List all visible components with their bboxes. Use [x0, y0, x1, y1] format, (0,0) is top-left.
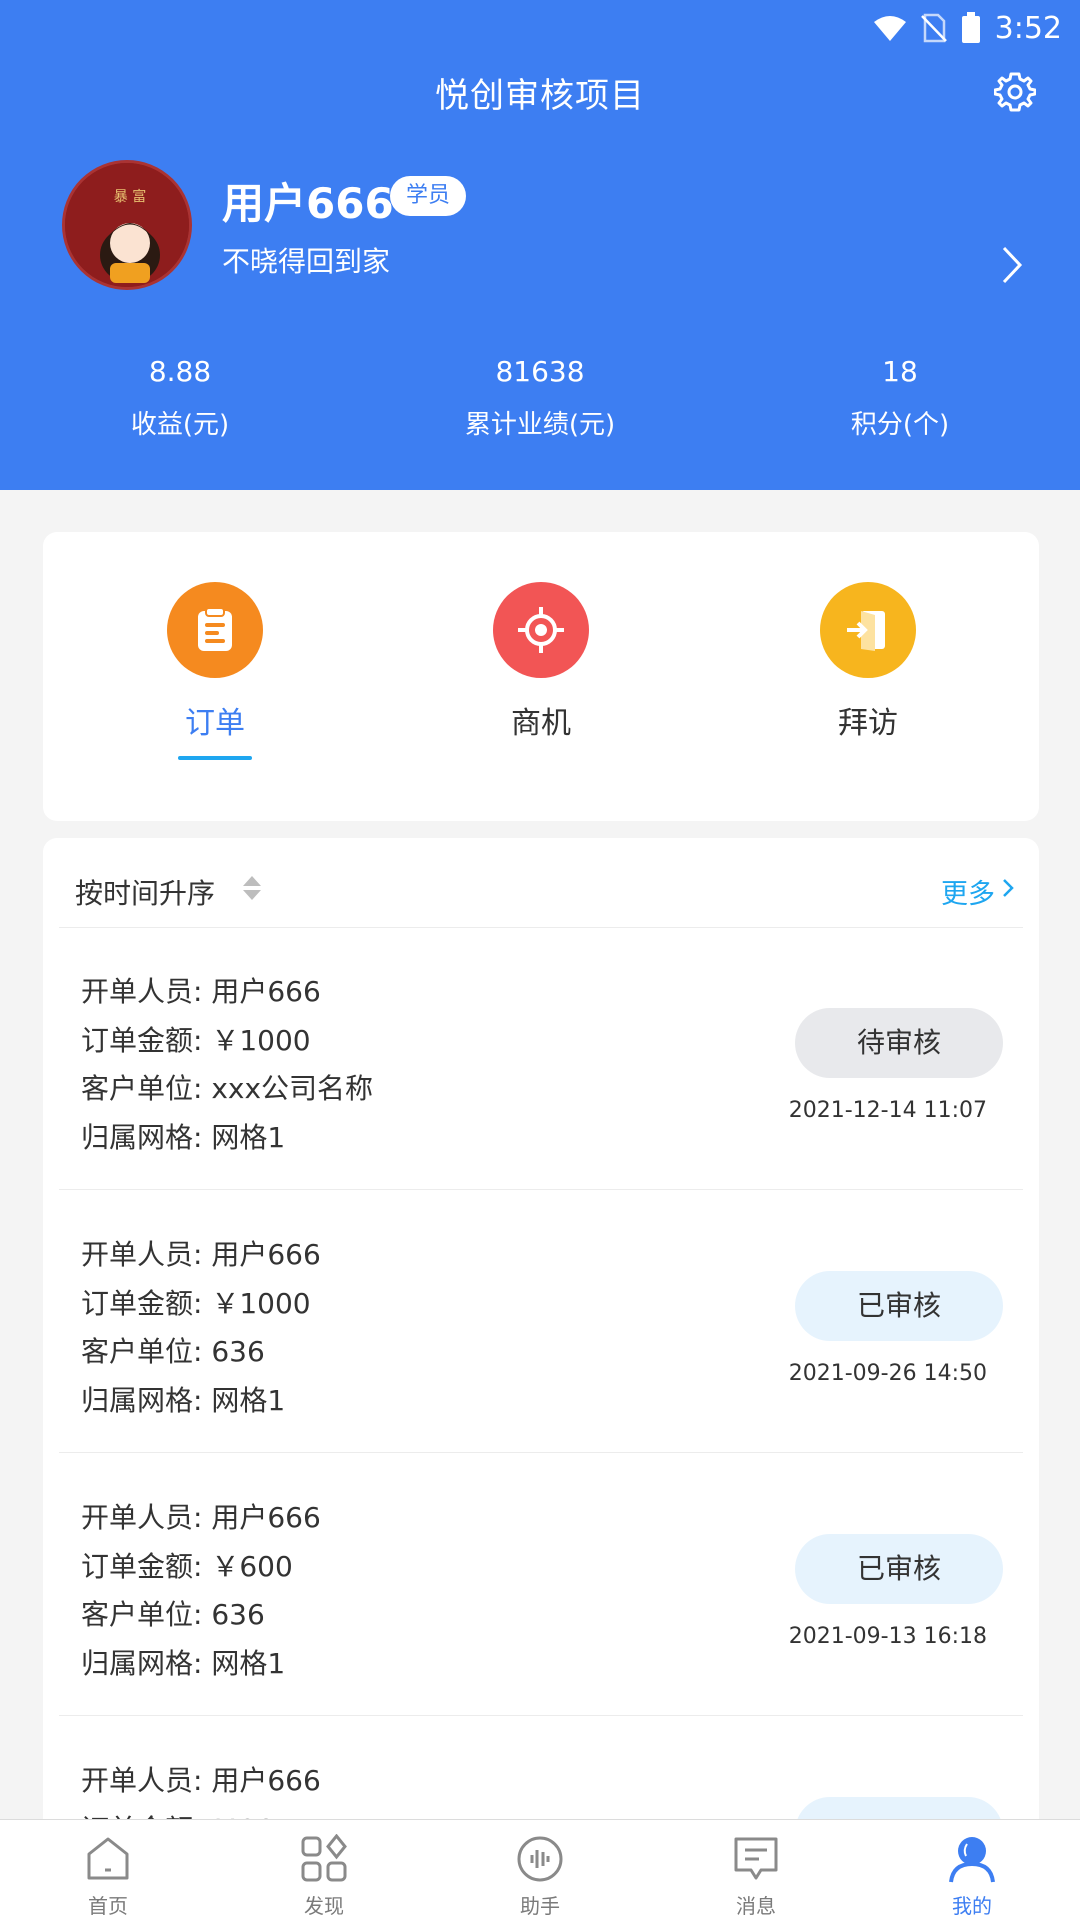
- status-badge[interactable]: 已审核: [795, 1271, 1003, 1341]
- tab-label: 订单: [185, 706, 245, 741]
- profile-header: 3:52 悦创审核项目 暴 富 用户666 学员 不晓得回到家 8.88 收益(…: [0, 0, 1080, 490]
- stat-performance[interactable]: 81638 累计业绩(元): [360, 355, 720, 441]
- svg-text:暴 富: 暴 富: [114, 188, 146, 205]
- order-grid: 归属网格: 网格1: [81, 1120, 286, 1154]
- user-name: 用户666: [222, 179, 394, 228]
- order-grid: 归属网格: 网格1: [81, 1646, 286, 1680]
- nav-label: 首页: [88, 1894, 128, 1918]
- status-bar: 3:52: [873, 8, 1062, 48]
- order-list: 按时间升序 更多 开单人员: 用户666 订单金额: ￥1000 客户单位: x…: [43, 838, 1039, 1920]
- sort-arrows-icon[interactable]: [241, 874, 263, 902]
- stat-points[interactable]: 18 积分(个): [720, 355, 1080, 441]
- message-icon: [729, 1832, 783, 1886]
- user-motto: 不晓得回到家: [222, 245, 391, 278]
- settings-button[interactable]: [990, 68, 1040, 118]
- more-label: 更多: [941, 879, 995, 910]
- stat-label: 收益(元): [130, 410, 230, 440]
- home-icon: [81, 1832, 135, 1886]
- category-tabs: 订单 商机 拜访: [43, 532, 1039, 821]
- nav-profile[interactable]: 我的: [864, 1820, 1080, 1920]
- tab-opportunities[interactable]: 商机: [461, 582, 621, 742]
- order-details: 开单人员: 用户666 订单金额: ￥1000 客户单位: 636 归属网格: …: [81, 1231, 321, 1425]
- nav-label: 消息: [736, 1894, 776, 1918]
- list-item[interactable]: 开单人员: 用户666 订单金额: ￥600 客户单位: 636 归属网格: 网…: [59, 1454, 1023, 1716]
- discover-grid-icon: [297, 1832, 351, 1886]
- profile-icon: [945, 1832, 999, 1886]
- stat-value: 18: [882, 355, 918, 388]
- nav-label: 助手: [520, 1894, 560, 1918]
- battery-icon: [961, 12, 981, 44]
- order-creator: 开单人员: 用户666: [81, 975, 321, 1008]
- door-enter-icon: [820, 582, 916, 678]
- order-details: 开单人员: 用户666 订单金额: ￥1000 客户单位: xxx公司名称 归属…: [81, 968, 373, 1162]
- chevron-right-icon: [1001, 876, 1015, 907]
- status-badge[interactable]: 已审核: [795, 1534, 1003, 1604]
- stat-label: 积分(个): [850, 410, 950, 440]
- page-title: 悦创审核项目: [435, 76, 645, 116]
- list-item[interactable]: 开单人员: 用户666 订单金额: ￥1000 客户单位: 636 归属网格: …: [59, 1191, 1023, 1453]
- order-details: 开单人员: 用户666 订单金额: ￥600 客户单位: 636 归属网格: 网…: [81, 1494, 321, 1688]
- order-grid: 归属网格: 网格1: [81, 1383, 286, 1417]
- gear-icon: [993, 70, 1037, 116]
- role-badge: 学员: [390, 176, 467, 216]
- order-time: 2021-09-13 16:18: [788, 1624, 987, 1649]
- stat-label: 累计业绩(元): [464, 410, 616, 440]
- order-time: 2021-09-26 14:50: [788, 1361, 987, 1386]
- list-item[interactable]: 开单人员: 用户666 订单金额: ￥1000 客户单位: xxx公司名称 归属…: [59, 928, 1023, 1190]
- chevron-right-icon[interactable]: [992, 240, 1032, 290]
- profile-summary[interactable]: 暴 富 用户666 学员 不晓得回到家: [62, 160, 1032, 295]
- sort-toggle[interactable]: 按时间升序: [75, 872, 215, 912]
- assistant-voice-icon: [513, 1832, 567, 1886]
- nav-home[interactable]: 首页: [0, 1820, 216, 1920]
- status-time: 3:52: [994, 10, 1062, 46]
- wifi-icon: [873, 14, 907, 42]
- stat-income[interactable]: 8.88 收益(元): [0, 355, 360, 441]
- stats-row: 8.88 收益(元) 81638 累计业绩(元) 18 积分(个): [0, 355, 1080, 441]
- stat-value: 8.88: [148, 355, 212, 388]
- order-time: 2021-12-14 11:07: [788, 1098, 987, 1123]
- target-icon: [493, 582, 589, 678]
- order-creator: 开单人员: 用户666: [81, 1238, 321, 1271]
- tab-active-indicator: [178, 756, 252, 760]
- tab-label: 拜访: [838, 706, 898, 741]
- order-customer: 客户单位: 636: [81, 1598, 265, 1631]
- order-amount: 订单金额: ￥1000: [81, 1023, 311, 1057]
- tab-label: 商机: [511, 706, 571, 741]
- avatar[interactable]: 暴 富: [62, 160, 192, 290]
- nav-discover[interactable]: 发现: [216, 1820, 432, 1920]
- clipboard-icon: [167, 582, 263, 678]
- order-creator: 开单人员: 用户666: [81, 1501, 321, 1534]
- order-amount: 订单金额: ￥1000: [81, 1286, 311, 1320]
- order-customer: 客户单位: xxx公司名称: [81, 1072, 374, 1105]
- list-header: 按时间升序 更多: [59, 838, 1023, 928]
- order-amount: 订单金额: ￥600: [81, 1549, 293, 1583]
- more-link[interactable]: 更多: [941, 872, 1015, 911]
- nav-assistant[interactable]: 助手: [432, 1820, 648, 1920]
- nav-label: 发现: [304, 1894, 344, 1918]
- no-sim-icon: [920, 13, 947, 43]
- order-customer: 客户单位: 636: [81, 1335, 265, 1368]
- nav-messages[interactable]: 消息: [648, 1820, 864, 1920]
- order-creator: 开单人员: 用户666: [81, 1764, 321, 1797]
- status-badge[interactable]: 待审核: [795, 1008, 1003, 1078]
- stat-value: 81638: [495, 355, 585, 388]
- bottom-nav: 首页 发现 助手 消息 我的: [0, 1819, 1080, 1920]
- nav-label: 我的: [952, 1894, 992, 1918]
- tab-orders[interactable]: 订单: [135, 582, 295, 760]
- tab-visits[interactable]: 拜访: [788, 582, 948, 742]
